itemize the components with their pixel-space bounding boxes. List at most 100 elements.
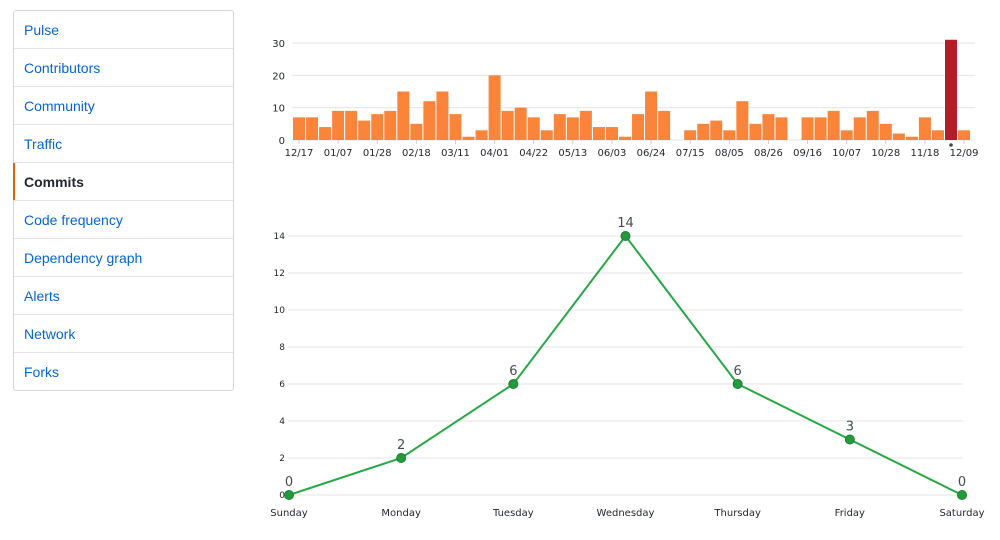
week-bar[interactable] <box>488 75 501 140</box>
bar-x-tick-label: 12/17 <box>285 148 314 159</box>
line-y-tick-label: 10 <box>274 306 286 316</box>
week-bar[interactable] <box>475 130 488 140</box>
week-bar[interactable] <box>592 127 605 140</box>
week-bar[interactable] <box>749 123 762 140</box>
week-bar[interactable] <box>762 114 775 140</box>
week-bar[interactable] <box>501 110 514 140</box>
day-x-label: Tuesday <box>492 508 534 519</box>
week-bar[interactable] <box>801 117 814 140</box>
day-point[interactable] <box>620 231 631 241</box>
bar-x-tick-label: 02/18 <box>402 148 431 159</box>
week-bar[interactable] <box>879 123 892 140</box>
week-bar[interactable] <box>905 136 918 140</box>
bar-x-tick-label: 03/11 <box>441 148 470 159</box>
week-bar[interactable] <box>540 130 553 140</box>
line-y-tick-label: 12 <box>274 269 285 279</box>
week-bar[interactable] <box>697 123 710 140</box>
sidebar-item-code-frequency[interactable]: Code frequency <box>14 201 233 239</box>
week-bar[interactable] <box>632 114 645 140</box>
bar-y-tick-label: 20 <box>272 71 285 82</box>
day-value-label: 14 <box>617 216 634 231</box>
bar-y-tick-label: 0 <box>279 136 285 147</box>
week-bar[interactable] <box>710 120 723 140</box>
week-bar[interactable] <box>918 117 931 140</box>
day-x-label: Monday <box>381 508 421 519</box>
bar-x-tick-label: 04/01 <box>480 148 509 159</box>
week-bar[interactable] <box>436 91 449 141</box>
sidebar-item-contributors[interactable]: Contributors <box>14 49 233 87</box>
insights-sidebar: Pulse Contributors Community Traffic Commits… <box>13 10 234 391</box>
week-bar[interactable] <box>553 114 566 140</box>
sidebar-item-forks[interactable]: Forks <box>14 353 233 390</box>
week-bar[interactable] <box>345 110 358 140</box>
week-bar[interactable] <box>462 136 475 140</box>
day-point[interactable] <box>396 453 407 463</box>
bar-x-tick-label: 12/09 <box>950 148 979 159</box>
week-bar[interactable] <box>566 117 579 140</box>
week-bar[interactable] <box>684 130 697 140</box>
week-bar[interactable] <box>397 91 410 141</box>
bar-x-tick-label: 01/28 <box>363 148 392 159</box>
sidebar-item-alerts[interactable]: Alerts <box>14 277 233 315</box>
week-bar[interactable] <box>384 110 397 140</box>
week-bar[interactable] <box>319 127 332 140</box>
bar-x-tick-label: 01/07 <box>324 148 353 159</box>
day-value-label: 3 <box>846 420 854 435</box>
selected-week-indicator <box>949 143 953 147</box>
week-bar[interactable] <box>410 123 423 140</box>
sidebar-item-network[interactable]: Network <box>14 315 233 353</box>
week-bar[interactable] <box>645 91 658 141</box>
day-point[interactable] <box>957 490 967 500</box>
bar-x-tick-label: 09/16 <box>793 148 822 159</box>
bar-x-tick-label: 10/28 <box>871 148 900 159</box>
week-bar[interactable] <box>892 133 905 140</box>
week-bar[interactable] <box>514 107 527 140</box>
bar-x-tick-label: 10/07 <box>832 148 861 159</box>
day-point[interactable] <box>844 434 855 445</box>
week-bar[interactable] <box>945 39 957 141</box>
week-bar[interactable] <box>958 130 971 140</box>
week-bar[interactable] <box>775 117 788 140</box>
week-bar[interactable] <box>527 117 540 140</box>
week-bar[interactable] <box>827 110 840 140</box>
day-x-label: Friday <box>835 508 865 519</box>
sidebar-item-pulse[interactable]: Pulse <box>14 11 233 49</box>
sidebar-item-community[interactable]: Community <box>14 87 233 125</box>
week-bar[interactable] <box>449 114 462 140</box>
week-bar[interactable] <box>658 110 671 140</box>
week-bar[interactable] <box>866 110 879 140</box>
sidebar-item-commits[interactable]: Commits <box>13 163 233 201</box>
daily-commits-line-chart: 0 2 4 6 8 10 12 14 0 Sunday 2 Monday 6 Tuesday 14 Wedne… <box>270 216 984 519</box>
week-bar[interactable] <box>723 130 736 140</box>
week-bar[interactable] <box>853 117 866 140</box>
day-point[interactable] <box>284 490 294 500</box>
week-bar[interactable] <box>619 136 631 140</box>
sidebar-item-dependency-graph[interactable]: Dependency graph <box>14 239 233 277</box>
week-bar[interactable] <box>358 120 371 140</box>
week-bar[interactable] <box>579 110 592 140</box>
sidebar-item-traffic[interactable]: Traffic <box>14 125 233 163</box>
day-point[interactable] <box>732 379 743 389</box>
bar-x-tick-label: 04/22 <box>519 148 548 159</box>
bar-y-tick-label: 30 <box>272 39 285 50</box>
week-bar[interactable] <box>814 117 827 140</box>
line-y-tick-label: 6 <box>279 380 285 390</box>
week-bar[interactable] <box>332 110 345 140</box>
week-bar[interactable] <box>931 130 944 140</box>
week-bar[interactable] <box>605 127 618 140</box>
day-x-label: Saturday <box>939 508 984 519</box>
week-bar[interactable] <box>293 117 305 140</box>
bar-x-tick-label: 11/18 <box>911 148 940 159</box>
day-value-label: 2 <box>397 438 405 453</box>
day-value-label: 0 <box>285 475 293 490</box>
day-point[interactable] <box>508 379 519 389</box>
line-y-tick-label: 4 <box>279 417 285 427</box>
day-value-label: 6 <box>509 364 517 379</box>
week-bar[interactable] <box>306 117 319 140</box>
bar-x-tick-label: 08/05 <box>715 148 744 159</box>
week-bar[interactable] <box>423 101 436 140</box>
week-bar[interactable] <box>371 114 384 140</box>
line-y-tick-label: 8 <box>279 343 285 353</box>
week-bar[interactable] <box>840 130 853 140</box>
week-bar[interactable] <box>736 101 749 140</box>
